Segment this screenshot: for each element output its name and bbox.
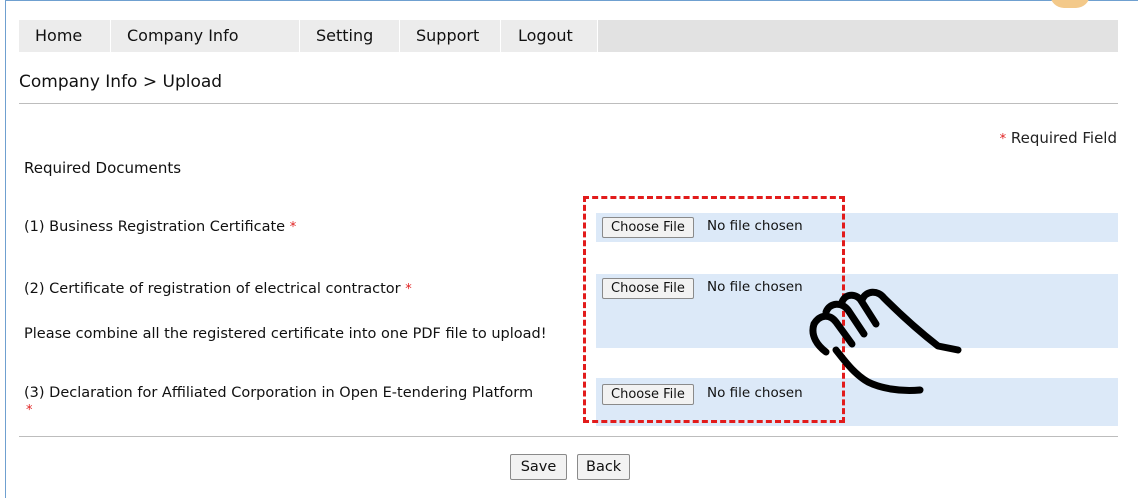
upload-instruction-note: Please combine all the registered certif… bbox=[24, 326, 547, 342]
doc-label-affiliated-declaration: (3) Declaration for Affiliated Corporati… bbox=[24, 385, 534, 401]
doc-label-electrical-contractor: (2) Certificate of registration of elect… bbox=[24, 281, 412, 297]
back-button[interactable]: Back bbox=[577, 454, 630, 480]
nav-support[interactable]: Support bbox=[400, 20, 501, 52]
nav-home[interactable]: Home bbox=[19, 20, 111, 52]
required-star: * bbox=[405, 282, 412, 297]
top-nav: Home Company Info Setting Support Logout bbox=[19, 20, 1118, 52]
required-star: * bbox=[26, 403, 33, 418]
doc-label-business-registration: (1) Business Registration Certificate * bbox=[24, 219, 296, 235]
required-star: * bbox=[999, 132, 1007, 147]
required-star: * bbox=[289, 220, 297, 235]
save-button[interactable]: Save bbox=[510, 454, 567, 480]
section-title: Required Documents bbox=[24, 159, 182, 177]
divider bbox=[19, 436, 1118, 437]
pointing-hand-icon bbox=[809, 288, 962, 394]
nav-company-info[interactable]: Company Info bbox=[111, 20, 300, 52]
highlight-box bbox=[583, 196, 845, 423]
doc-label-text: (1) Business Registration Certificate bbox=[24, 219, 286, 235]
divider bbox=[19, 103, 1118, 104]
required-field-note: * Required Field bbox=[1000, 129, 1117, 147]
nav-logout[interactable]: Logout bbox=[501, 20, 598, 52]
nav-setting[interactable]: Setting bbox=[300, 20, 400, 52]
required-field-label: Required Field bbox=[1010, 129, 1117, 147]
doc-label-text: (2) Certificate of registration of elect… bbox=[24, 281, 401, 297]
breadcrumb: Company Info > Upload bbox=[19, 72, 223, 92]
